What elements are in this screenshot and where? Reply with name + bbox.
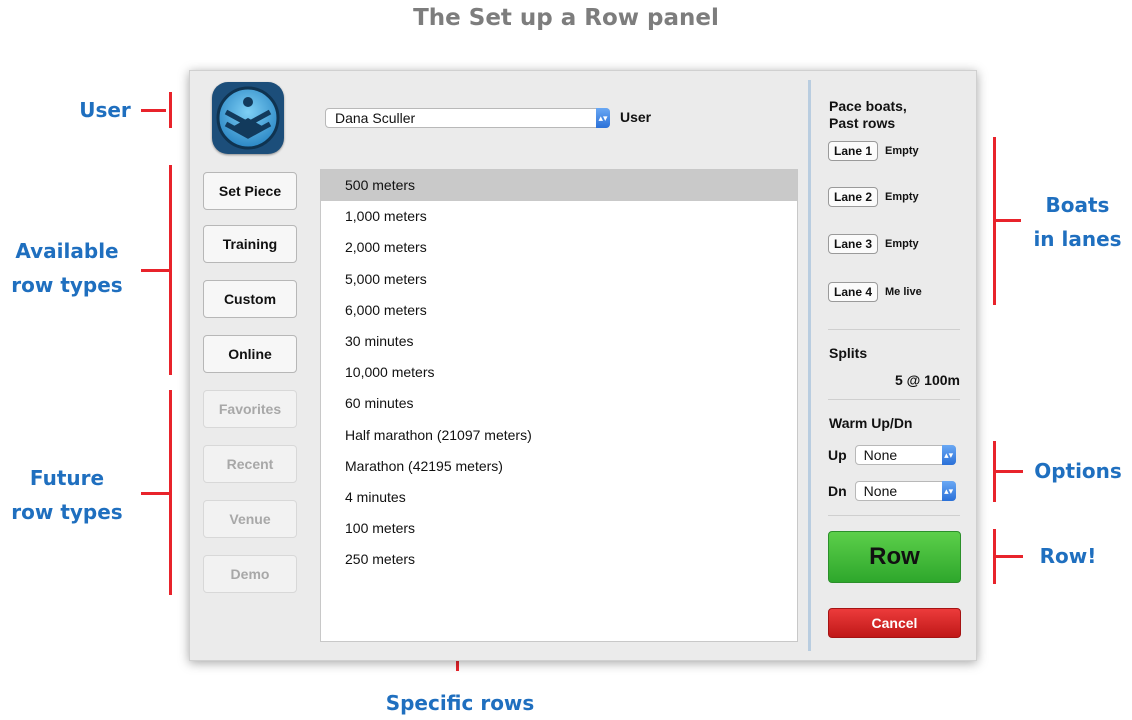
future-bracket (169, 390, 172, 595)
available-pointer-line (141, 269, 169, 272)
user-label: User (620, 109, 652, 125)
list-item[interactable]: 2,000 meters (321, 232, 797, 263)
pace-boats-heading: Pace boats, Past rows (829, 98, 907, 132)
lane-label[interactable]: Lane 2 (828, 187, 879, 207)
row-type-custom-button[interactable]: Custom (203, 280, 297, 318)
page-title: The Set up a Row panel (413, 5, 719, 31)
pace-heading-line1: Pace boats, (829, 98, 907, 114)
list-item[interactable]: 60 minutes (321, 388, 797, 419)
annotation-options: Options (1028, 454, 1128, 488)
user-select[interactable]: Dana Sculler ▴▾ (325, 108, 610, 128)
splits-label: Splits (829, 345, 868, 361)
row-type-venue-button[interactable]: Venue (203, 500, 297, 538)
row-type-demo-button[interactable]: Demo (203, 555, 297, 593)
list-item[interactable]: 1,000 meters (321, 201, 797, 232)
warm-up-select[interactable]: None ▴▾ (854, 445, 956, 465)
warm-down-select[interactable]: None ▴▾ (854, 481, 956, 501)
list-item[interactable]: 100 meters (321, 513, 797, 544)
annotation-available-line1: Available (15, 239, 119, 263)
list-item[interactable]: Marathon (42195 meters) (321, 451, 797, 482)
app-logo-icon (212, 82, 284, 154)
lane-1[interactable]: Lane 1 Empty (828, 141, 919, 161)
list-item[interactable]: 4 minutes (321, 482, 797, 513)
list-item[interactable]: 500 meters (321, 170, 797, 202)
row-type-favorites-button[interactable]: Favorites (203, 390, 297, 428)
warm-up-label: Up (828, 447, 847, 463)
separator (828, 515, 960, 516)
annotation-available: Available row types (2, 234, 132, 302)
row-type-set-piece-button[interactable]: Set Piece (203, 172, 297, 210)
cancel-button[interactable]: Cancel (828, 608, 961, 638)
list-item[interactable]: Half marathon (21097 meters) (321, 420, 797, 451)
lane-label[interactable]: Lane 3 (828, 234, 879, 254)
select-stepper-icon: ▴▾ (941, 481, 956, 501)
lane-3[interactable]: Lane 3 Empty (828, 234, 919, 254)
row-pointer-line (993, 555, 1023, 558)
user-pointer-line (141, 109, 166, 112)
lane-label[interactable]: Lane 4 (828, 282, 879, 302)
setup-row-panel: Dana Sculler ▴▾ User Set Piece Training … (189, 70, 977, 661)
annotation-boats: Boats in lanes (1025, 188, 1130, 256)
splits-value[interactable]: 5 @ 100m (874, 372, 960, 388)
warm-up-down-label: Warm Up/Dn (829, 415, 913, 431)
annotation-future-line1: Future (29, 466, 105, 490)
list-item[interactable]: 30 minutes (321, 326, 797, 357)
boats-pointer-line (993, 219, 1021, 222)
annotation-specific-text: Specific rows (385, 691, 535, 715)
select-stepper-icon: ▴▾ (941, 445, 956, 465)
lane-4[interactable]: Lane 4 Me live (828, 282, 922, 302)
annotation-user: User (60, 93, 150, 127)
annotation-row-text: Row! (1039, 544, 1097, 568)
list-item[interactable]: 10,000 meters (321, 357, 797, 388)
warm-down-label: Dn (828, 483, 847, 499)
list-item[interactable]: 5,000 meters (321, 264, 797, 295)
annotation-row: Row! (1028, 539, 1108, 573)
panel-divider (808, 80, 811, 651)
annotation-available-line2: row types (11, 273, 123, 297)
row-type-recent-button[interactable]: Recent (203, 445, 297, 483)
pace-heading-line2: Past rows (829, 115, 896, 131)
lane-status: Me live (885, 286, 922, 298)
annotation-future-line2: row types (11, 500, 123, 524)
user-select-value: Dana Sculler (335, 110, 416, 126)
separator (828, 329, 960, 330)
annotation-options-text: Options (1034, 459, 1122, 483)
annotation-user-text: User (79, 98, 131, 122)
warm-up-row: Up None ▴▾ (828, 445, 956, 465)
warm-up-value: None (863, 447, 898, 463)
warm-down-value: None (863, 483, 898, 499)
available-bracket (169, 165, 172, 375)
user-bracket (169, 92, 172, 128)
select-stepper-icon: ▴▾ (596, 108, 610, 128)
lane-status: Empty (885, 238, 919, 250)
separator (828, 399, 960, 400)
list-item[interactable]: 250 meters (321, 544, 797, 575)
lane-2[interactable]: Lane 2 Empty (828, 187, 919, 207)
lane-label[interactable]: Lane 1 (828, 141, 879, 161)
specific-rows-list[interactable]: 500 meters 1,000 meters 2,000 meters 5,0… (320, 169, 798, 642)
warm-down-row: Dn None ▴▾ (828, 481, 956, 501)
options-pointer-line (993, 470, 1023, 473)
annotation-boats-line2: in lanes (1033, 227, 1122, 251)
annotation-boats-line1: Boats (1045, 193, 1110, 217)
row-button[interactable]: Row (828, 531, 961, 583)
list-item[interactable]: 6,000 meters (321, 295, 797, 326)
lane-status: Empty (885, 191, 919, 203)
future-pointer-line (141, 492, 169, 495)
annotation-future: Future row types (2, 461, 132, 529)
annotation-specific: Specific rows (330, 686, 590, 720)
lane-status: Empty (885, 145, 919, 157)
row-type-online-button[interactable]: Online (203, 335, 297, 373)
row-type-training-button[interactable]: Training (203, 225, 297, 263)
